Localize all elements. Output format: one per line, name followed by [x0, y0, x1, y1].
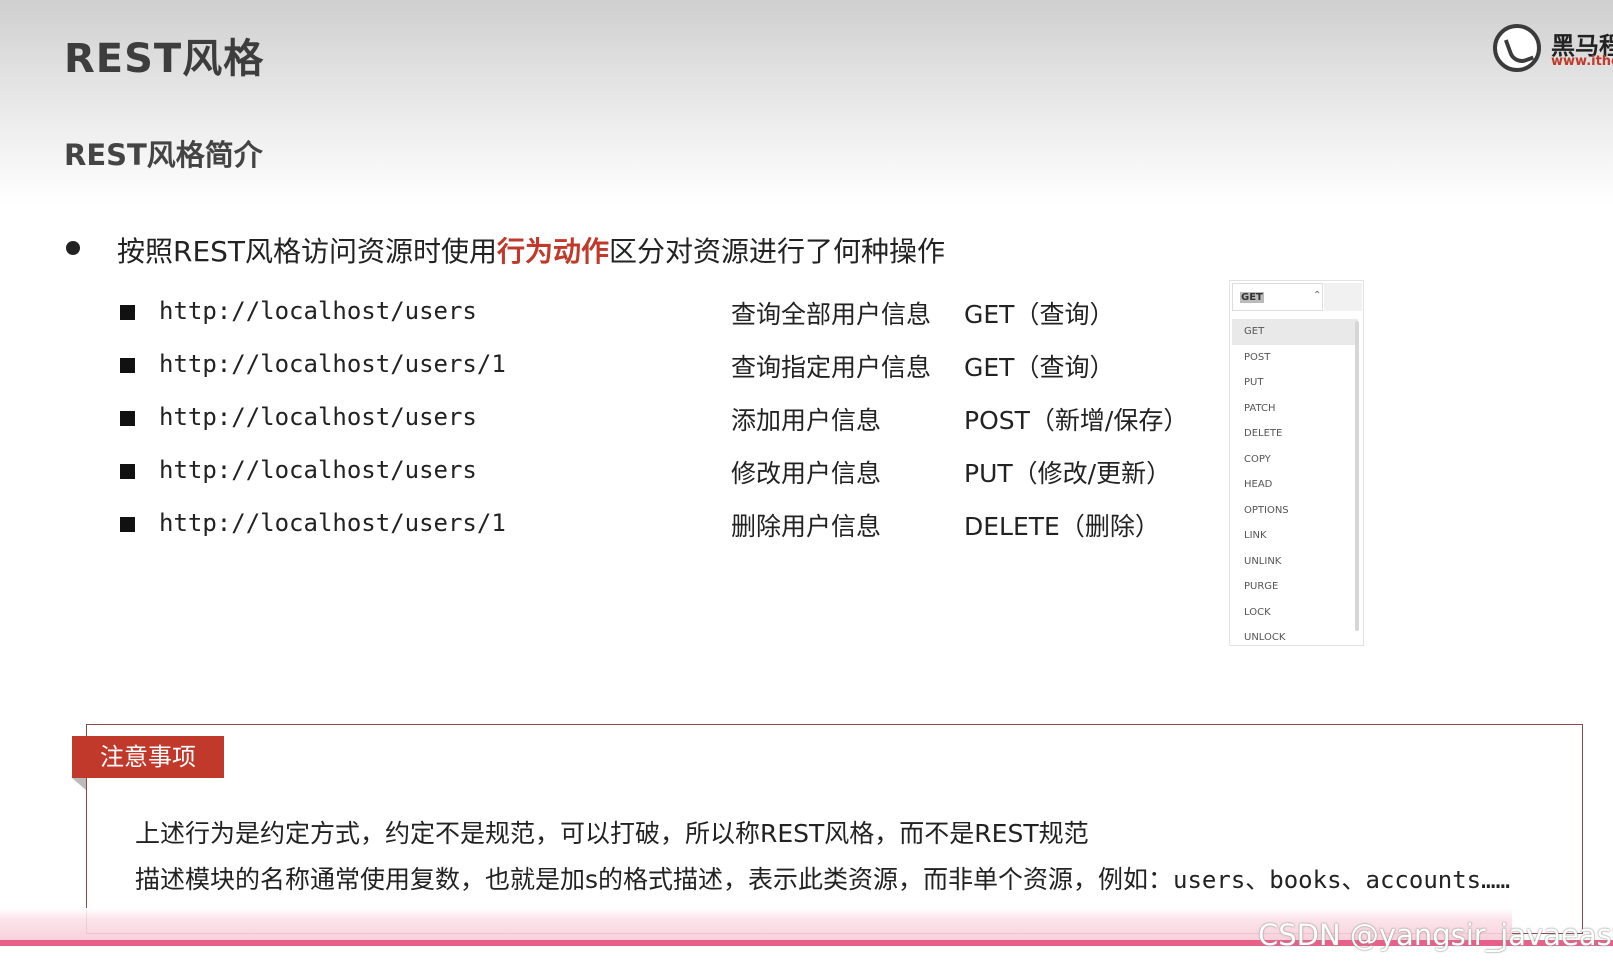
note-tab-fold: [72, 778, 86, 790]
method-option[interactable]: PUT: [1232, 370, 1358, 396]
rest-row: http://localhost/users 添加用户信息 POST（新增/保存…: [0, 399, 1188, 439]
method-options-list: GET POST PUT PATCH DELETE COPY HEAD OPTI…: [1232, 319, 1358, 645]
method-select[interactable]: GET ⌃: [1232, 283, 1323, 311]
square-bullet-icon: [120, 305, 135, 320]
intro-highlight: 行为动作: [497, 235, 610, 268]
dropdown-scrollbar[interactable]: [1355, 321, 1359, 631]
method-option[interactable]: LOCK: [1232, 600, 1358, 626]
method-option[interactable]: GET: [1232, 319, 1358, 345]
intro-before: 按照REST风格访问资源时使用: [117, 235, 498, 268]
method-option[interactable]: OPTIONS: [1232, 498, 1358, 524]
rest-row: http://localhost/users/1 查询指定用户信息 GET（查询…: [0, 346, 1180, 386]
method-option[interactable]: COPY: [1232, 447, 1358, 473]
square-bullet-icon: [120, 517, 135, 532]
row-desc: 添加用户信息: [731, 406, 882, 435]
row-method: DELETE（删除）: [964, 512, 1160, 541]
brand-logo: 黑马程 www.ithei: [1493, 22, 1613, 78]
horse-logo-icon: [1493, 24, 1541, 72]
method-option[interactable]: PURGE: [1232, 574, 1358, 600]
section-subtitle: REST风格简介: [64, 138, 263, 172]
row-url: http://localhost/users: [159, 297, 477, 325]
row-desc: 查询指定用户信息: [731, 353, 932, 382]
rest-row: http://localhost/users/1 删除用户信息 DELETE（删…: [0, 505, 1180, 545]
method-option[interactable]: LINK: [1232, 523, 1358, 549]
logo-url: www.ithei: [1551, 54, 1613, 69]
method-option[interactable]: PATCH: [1232, 396, 1358, 422]
rest-row: http://localhost/users 修改用户信息 PUT（修改/更新）: [0, 452, 1180, 492]
square-bullet-icon: [120, 411, 135, 426]
rest-row: http://localhost/users 查询全部用户信息 GET（查询）: [0, 293, 1180, 333]
watermark: CSDN @yangsir_javaeasy: [1258, 918, 1613, 952]
row-method: POST（新增/保存）: [964, 406, 1189, 435]
intro-after: 区分对资源进行了何种操作: [609, 235, 946, 268]
row-method: PUT（修改/更新）: [964, 459, 1172, 488]
http-method-dropdown: GET ⌃ GET POST PUT PATCH DELETE COPY HEA…: [1229, 280, 1364, 646]
note-label: 注意事项: [72, 736, 224, 778]
chevron-up-icon: ⌃: [1313, 290, 1322, 301]
row-method: GET（查询）: [964, 300, 1115, 329]
page-title: REST风格: [64, 36, 265, 82]
note-line-2: 描述模块的名称通常使用复数，也就是加s的格式描述，表示此类资源，而非单个资源，例…: [135, 860, 1510, 896]
method-option[interactable]: POST: [1232, 345, 1358, 371]
method-option[interactable]: DELETE: [1232, 421, 1358, 447]
note-line-2-text: 描述模块的名称通常使用复数，也就是加s的格式描述，表示此类资源，而非单个资源，例…: [135, 865, 1174, 894]
row-method: GET（查询）: [964, 353, 1115, 382]
intro-text: 按照REST风格访问资源时使用行为动作区分对资源进行了何种操作: [117, 230, 945, 270]
square-bullet-icon: [120, 464, 135, 479]
method-select-value: GET: [1240, 292, 1264, 303]
row-url: http://localhost/users: [159, 403, 477, 431]
method-option[interactable]: HEAD: [1232, 472, 1358, 498]
note-line-1: 上述行为是约定方式，约定不是规范，可以打破，所以称REST风格，而不是REST规…: [135, 819, 1089, 848]
row-desc: 修改用户信息: [731, 459, 882, 488]
method-option[interactable]: UNLINK: [1232, 549, 1358, 575]
dropdown-side-panel: [1324, 283, 1362, 311]
row-url: http://localhost/users/1: [159, 350, 506, 378]
row-url: http://localhost/users: [159, 456, 477, 484]
square-bullet-icon: [120, 358, 135, 373]
bullet-dot-icon: [66, 241, 80, 255]
row-url: http://localhost/users/1: [159, 509, 506, 537]
method-option[interactable]: UNLOCK: [1232, 625, 1358, 651]
row-desc: 删除用户信息: [731, 512, 882, 541]
row-desc: 查询全部用户信息: [731, 300, 932, 329]
note-line-2-examples: users、books、accounts……: [1173, 866, 1511, 894]
